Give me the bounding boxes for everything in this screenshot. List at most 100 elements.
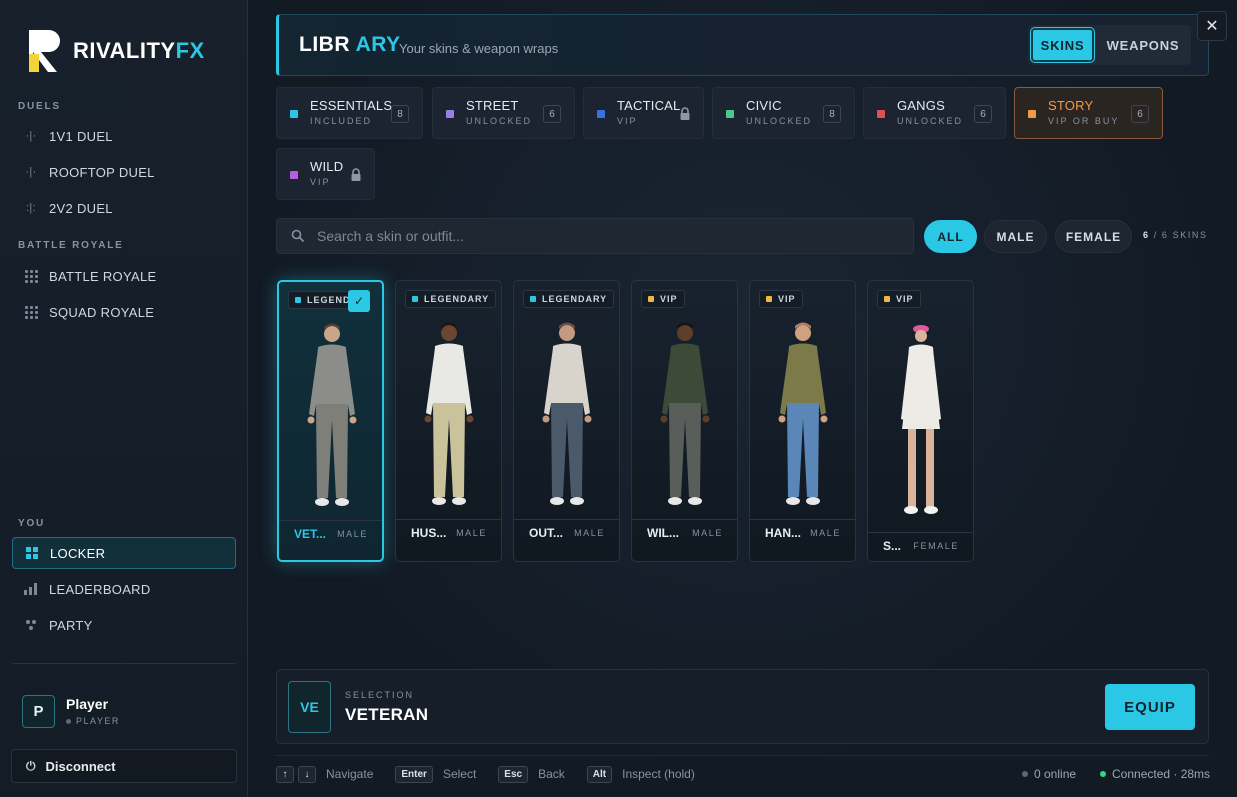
skin-card[interactable]: LEGENDARY HUS... MALE: [395, 280, 502, 562]
search-icon: [291, 229, 305, 243]
tier-badge: VIP: [641, 290, 685, 308]
logo-mark-icon: [29, 30, 60, 72]
disconnect-label: Disconnect: [45, 758, 116, 774]
brand-name-accent: FX: [175, 38, 205, 63]
category-status: UNLOCKED: [897, 116, 964, 126]
sidebar-item-label: LEADERBOARD: [49, 581, 151, 597]
search-input[interactable]: [317, 228, 877, 244]
sidebar: RIVALITYFX DUELS ·|· 1V1 DUEL ·|· ROOFTO…: [0, 0, 248, 797]
selection-bar: VE SELECTION VETERAN EQUIP: [276, 669, 1209, 744]
category-count: 8: [823, 105, 841, 123]
page-subtitle: Your skins & weapon wraps: [399, 41, 559, 56]
online-status: 0 online: [1022, 767, 1076, 781]
skin-count: 6 / 6 SKINS: [1143, 230, 1208, 240]
skin-card[interactable]: VIP S... FEMALE: [867, 280, 974, 562]
tab-skins[interactable]: SKINS: [1031, 28, 1094, 62]
skin-name: VET...: [294, 526, 327, 541]
category-gangs[interactable]: GANGS UNLOCKED 6: [863, 87, 1006, 139]
skin-card-footer: S... FEMALE: [868, 532, 973, 558]
tier-color-swatch: [884, 296, 890, 302]
character-model-icon: [660, 322, 710, 505]
category-story[interactable]: STORY VIP OR BUY 6: [1014, 87, 1163, 139]
skin-gender: MALE: [456, 527, 487, 538]
brand-logo[interactable]: RIVALITYFX: [27, 28, 205, 74]
library-header: LIBR ARY Your skins & weapon wraps SKINS…: [276, 14, 1209, 76]
sidebar-item-locker[interactable]: LOCKER: [12, 537, 236, 569]
player-card[interactable]: P Player PLAYER: [22, 692, 232, 730]
tier-label: VIP: [778, 294, 796, 304]
category-civic[interactable]: CIVIC UNLOCKED 8: [712, 87, 855, 139]
category-color-swatch: [1028, 110, 1036, 118]
skin-gender: MALE: [337, 528, 368, 539]
tier-badge: VIP: [877, 290, 921, 308]
sidebar-item-squad-royale[interactable]: SQUAD ROYALE: [12, 296, 236, 328]
category-color-swatch: [726, 110, 734, 118]
category-tactical[interactable]: TACTICAL VIP: [583, 87, 704, 139]
team-duel-icon: :|:: [26, 202, 36, 214]
skin-card[interactable]: LEGENDARY OUT... MALE: [513, 280, 620, 562]
avatar: P: [22, 694, 55, 728]
category-count: 6: [1131, 105, 1149, 123]
skin-name: WIL...: [647, 525, 679, 540]
category-street[interactable]: STREET UNLOCKED 6: [432, 87, 575, 139]
hint-select: Select: [442, 767, 477, 781]
sidebar-item-leaderboard[interactable]: LEADERBOARD: [12, 573, 236, 605]
equip-button[interactable]: EQUIP: [1105, 684, 1195, 730]
skin-card[interactable]: LEGEND ✓ VET... MALE: [277, 280, 384, 562]
player-role: PLAYER: [76, 716, 120, 726]
hint-inspect: Inspect (hold): [622, 767, 695, 781]
library-tabs: SKINS WEAPONS: [1028, 25, 1191, 65]
category-wild[interactable]: WILD VIP: [276, 148, 375, 200]
skin-card-footer: HAN... MALE: [750, 519, 855, 545]
sidebar-item-rooftop-duel[interactable]: ·|· ROOFTOP DUEL: [12, 156, 236, 188]
player-name: Player: [66, 696, 109, 712]
sidebar-item-label: 1V1 DUEL: [49, 128, 113, 144]
category-name: STREET: [466, 98, 519, 113]
filter-male[interactable]: MALE: [984, 220, 1047, 253]
skin-gender: MALE: [810, 527, 841, 538]
brand-name: RIVALITY: [73, 38, 176, 63]
hint-back: Back: [538, 767, 565, 781]
skin-name: HAN...: [765, 525, 801, 540]
sidebar-item-1v1-duel[interactable]: ·|· 1V1 DUEL: [12, 120, 236, 152]
grid-icon: [23, 304, 39, 320]
disconnect-button[interactable]: ⏻ Disconnect: [11, 749, 237, 783]
skin-gender: FEMALE: [913, 540, 959, 551]
sidebar-item-battle-royale[interactable]: BATTLE ROYALE: [12, 260, 236, 292]
sidebar-item-label: PARTY: [49, 617, 93, 633]
tier-badge: LEGENDARY: [523, 290, 615, 308]
skin-card[interactable]: VIP HAN... MALE: [749, 280, 856, 562]
tier-label: VIP: [660, 294, 678, 304]
tier-color-swatch: [295, 297, 301, 303]
category-name: STORY: [1048, 98, 1094, 113]
grid-icon: [23, 268, 39, 284]
skin-card[interactable]: VIP WIL... MALE: [631, 280, 738, 562]
check-icon: ✓: [348, 290, 370, 312]
sidebar-item-party[interactable]: PARTY: [12, 609, 236, 641]
sidebar-item-label: BATTLE ROYALE: [49, 268, 157, 284]
category-color-swatch: [597, 110, 605, 118]
close-button[interactable]: ✕: [1197, 11, 1227, 41]
locker-icon: [24, 545, 40, 561]
search-bar[interactable]: [276, 218, 914, 254]
sidebar-item-label: LOCKER: [50, 545, 106, 561]
category-essentials[interactable]: ESSENTIALS INCLUDED 8: [276, 87, 423, 139]
filter-female[interactable]: FEMALE: [1055, 220, 1132, 253]
tier-label: LEGENDARY: [424, 294, 490, 304]
duel-icon: ·|·: [25, 166, 37, 178]
character-model-icon: [307, 323, 357, 506]
category-status: INCLUDED: [310, 116, 373, 126]
character-model-icon: [778, 322, 828, 505]
selection-name: VETERAN: [345, 705, 429, 724]
online-dot-icon: [1022, 771, 1028, 777]
category-count: 8: [391, 105, 409, 123]
key-alt: Alt: [586, 765, 613, 783]
filter-all[interactable]: ALL: [924, 220, 977, 253]
skin-card-footer: VET... MALE: [279, 520, 382, 546]
lock-icon: [679, 107, 691, 121]
tier-label: LEGENDARY: [542, 294, 608, 304]
sidebar-item-2v2-duel[interactable]: :|: 2V2 DUEL: [12, 192, 236, 224]
tab-weapons[interactable]: WEAPONS: [1098, 28, 1188, 62]
skin-card-footer: OUT... MALE: [514, 519, 619, 545]
category-name: ESSENTIALS: [310, 98, 393, 113]
